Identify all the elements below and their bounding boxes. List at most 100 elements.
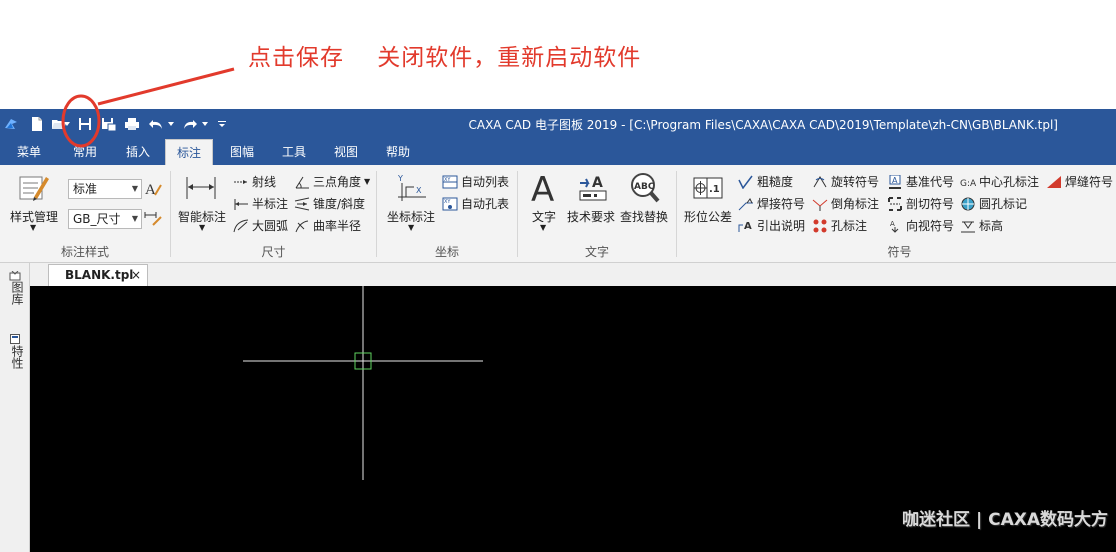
welding-symbol-icon	[738, 197, 753, 210]
group-label-dimension: 尺寸	[261, 245, 286, 259]
save-as-icon[interactable]	[100, 109, 118, 139]
weld-symbol-button[interactable]: 焊缝符号	[1046, 173, 1113, 190]
style-manager-icon[interactable]	[18, 173, 50, 206]
datum-symbol-icon: A	[889, 174, 901, 189]
print-icon[interactable]	[122, 109, 142, 139]
svg-text:A: A	[592, 175, 603, 191]
ribbon-panel: 样式管理 ▼ 标准 ▼ A GB_尺寸 ▼ 标注样式 智能标注 ▼ 射线 三点角…	[0, 165, 1116, 263]
large-arc-button[interactable]: 大圆弧	[233, 217, 288, 234]
hole-mark-label: 圆孔标记	[979, 197, 1028, 211]
smart-dimension-dropdown-icon[interactable]: ▼	[199, 223, 205, 232]
center-hole-button[interactable]: G:A 中心孔标注	[960, 173, 1039, 190]
geometric-tolerance-label: 形位公差	[684, 210, 733, 224]
hole-dimension-button[interactable]: 孔标注	[812, 217, 867, 234]
svg-text:X: X	[416, 186, 422, 195]
technical-requirements-icon[interactable]: A	[578, 173, 608, 206]
side-tab-properties[interactable]: 特性	[9, 345, 26, 369]
taper-slope-label: 锥度/斜度	[313, 197, 366, 211]
text-icon[interactable]: A	[530, 170, 558, 210]
dim-style-icon[interactable]	[144, 209, 162, 230]
drawing-canvas[interactable]: 咖迷社区 | CAXA数码大方	[30, 286, 1116, 552]
auto-list-icon: XY	[442, 175, 458, 188]
leader-note-button[interactable]: A 引出说明	[738, 217, 805, 234]
coordinate-dropdown-icon[interactable]: ▼	[408, 223, 414, 232]
roughness-icon	[738, 175, 753, 189]
view-direction-button[interactable]: A 向视符号	[887, 217, 954, 234]
dim-style-combo[interactable]: GB_尺寸 ▼	[68, 209, 142, 229]
half-dimension-label: 半标注	[252, 197, 289, 211]
welding-symbol-button[interactable]: 焊接符号	[738, 195, 805, 212]
half-dimension-button[interactable]: 半标注	[233, 195, 288, 212]
annotation-pointer-line	[97, 67, 235, 106]
svg-text:A: A	[892, 176, 898, 185]
tab-insert[interactable]: 插入	[114, 139, 162, 165]
curvature-radius-label: 曲率半径	[313, 219, 362, 233]
customize-toolbar-icon[interactable]	[216, 109, 228, 139]
redo-icon[interactable]	[180, 109, 200, 139]
hole-mark-button[interactable]: 圆孔标记	[960, 195, 1027, 212]
hole-mark-icon	[961, 197, 975, 210]
chamfer-icon	[812, 199, 828, 211]
three-point-angle-icon	[295, 176, 309, 188]
close-icon[interactable]: ×	[131, 265, 141, 285]
auto-hole-table-label: 自动孔表	[461, 197, 510, 211]
tab-help[interactable]: 帮助	[374, 139, 422, 165]
text-style-icon[interactable]: A	[144, 179, 162, 200]
svg-text:Y: Y	[397, 174, 403, 183]
view-direction-icon: A	[890, 220, 899, 233]
ray-dimension-button[interactable]: 射线	[233, 173, 276, 190]
chevron-down-icon[interactable]: ▼	[364, 177, 370, 186]
svg-text:A: A	[145, 182, 156, 197]
view-direction-label: 向视符号	[906, 219, 955, 233]
tab-annotate[interactable]: 标注	[165, 139, 213, 166]
chamfer-dimension-button[interactable]: 倒角标注	[812, 195, 879, 212]
hole-dimension-icon	[813, 219, 827, 232]
text-style-combo[interactable]: 标准 ▼	[68, 179, 142, 199]
svg-text:A: A	[744, 221, 752, 232]
smart-dimension-icon[interactable]	[184, 173, 218, 204]
new-file-icon[interactable]	[28, 109, 46, 139]
tab-view[interactable]: 视图	[322, 139, 370, 165]
auto-list-button[interactable]: XY 自动列表	[442, 173, 509, 190]
svg-text:A: A	[890, 220, 895, 228]
half-dimension-icon	[234, 198, 248, 210]
undo-icon[interactable]	[146, 109, 166, 139]
roughness-button[interactable]: 粗糙度	[738, 173, 793, 190]
save-icon[interactable]	[76, 109, 94, 139]
side-tab-library[interactable]: 图库	[9, 281, 26, 305]
app-logo-icon[interactable]	[2, 109, 20, 139]
style-manager-dropdown-icon[interactable]: ▼	[30, 223, 36, 232]
tab-tools[interactable]: 工具	[270, 139, 318, 165]
ray-label: 射线	[252, 175, 277, 189]
curvature-radius-button[interactable]: 曲率半径	[294, 217, 361, 234]
large-arc-icon	[233, 219, 249, 232]
curvature-radius-icon	[295, 220, 309, 232]
geometric-tolerance-icon[interactable]: .1	[693, 177, 723, 202]
section-symbol-icon	[888, 196, 902, 211]
auto-list-label: 自动列表	[461, 175, 510, 189]
screenshot-root: { "annotation": { "text": "点击保存 关闭软件，重新启…	[0, 0, 1116, 552]
svg-text:A: A	[531, 171, 554, 203]
rotation-symbol-button[interactable]: 旋转符号	[812, 173, 879, 190]
document-tab[interactable]: BLANK.tpl ×	[48, 264, 148, 286]
elevation-button[interactable]: 标高	[960, 217, 1003, 234]
redo-dropdown-icon[interactable]	[200, 109, 210, 139]
open-dropdown-icon[interactable]	[62, 109, 72, 139]
text-dropdown-icon[interactable]: ▼	[540, 223, 546, 232]
dim-style-value: GB_尺寸	[73, 212, 121, 226]
auto-hole-table-button[interactable]: XY 自动孔表	[442, 195, 509, 212]
section-symbol-button[interactable]: 剖切符号	[887, 195, 954, 212]
tab-menu[interactable]: 菜单	[4, 139, 54, 165]
leader-note-label: 引出说明	[757, 219, 806, 233]
three-point-angle-button[interactable]: 三点角度 ▼	[294, 173, 370, 190]
chamfer-dimension-label: 倒角标注	[831, 197, 880, 211]
taper-slope-icon	[294, 197, 310, 210]
coordinate-dimension-icon[interactable]: YX	[396, 173, 428, 206]
tab-common[interactable]: 常用	[60, 139, 110, 165]
find-replace-icon[interactable]: ABC	[627, 172, 661, 207]
undo-dropdown-icon[interactable]	[166, 109, 176, 139]
taper-slope-button[interactable]: 锥度/斜度	[294, 195, 365, 212]
datum-symbol-button[interactable]: A 基准代号	[887, 173, 954, 190]
tab-sheet[interactable]: 图幅	[218, 139, 266, 165]
rotation-symbol-label: 旋转符号	[831, 175, 880, 189]
